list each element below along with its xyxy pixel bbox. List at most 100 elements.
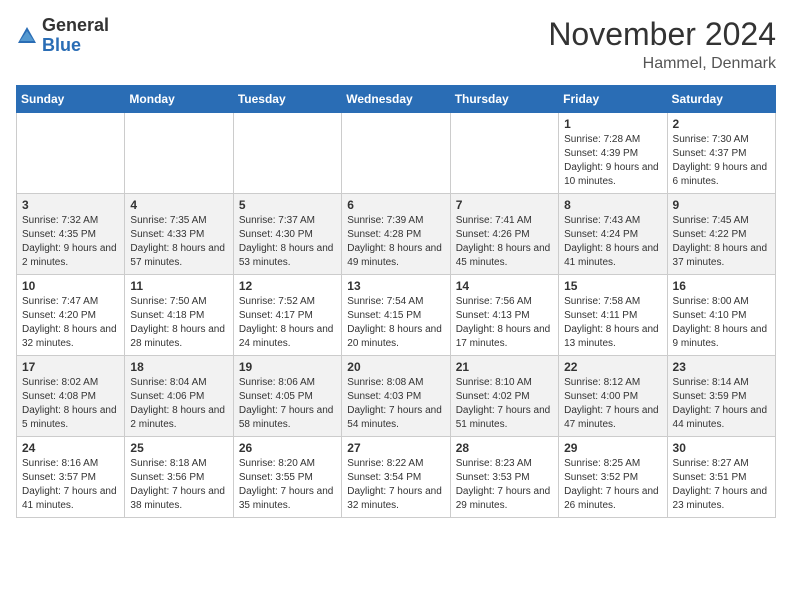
day-cell: 9 Sunrise: 7:45 AMSunset: 4:22 PMDaylight… (667, 194, 775, 275)
weekday-header-wednesday: Wednesday (342, 86, 450, 113)
day-info: Sunrise: 8:12 AMSunset: 4:00 PMDaylight:… (564, 376, 661, 432)
day-info: Sunrise: 7:54 AMSunset: 4:15 PMDaylight:… (347, 295, 444, 351)
day-number: 12 (239, 279, 336, 293)
day-number: 25 (130, 441, 227, 455)
weekday-header-saturday: Saturday (667, 86, 775, 113)
weekday-header-monday: Monday (125, 86, 233, 113)
week-row-4: 17Sunrise: 8:02 AMSunset: 4:08 PMDayligh… (17, 356, 776, 437)
day-number: 16 (673, 279, 770, 293)
day-info: Sunrise: 7:37 AMSunset: 4:30 PMDaylight:… (239, 214, 336, 270)
day-cell: 15 Sunrise: 7:58 AMSunset: 4:11 PMDayligh… (559, 275, 667, 356)
day-cell: 14 Sunrise: 7:56 AMSunset: 4:13 PMDayligh… (450, 275, 558, 356)
day-number: 9 (673, 198, 770, 212)
day-info: Sunrise: 8:00 AMSunset: 4:10 PMDaylight:… (673, 295, 770, 351)
day-cell: 6 Sunrise: 7:39 AMSunset: 4:28 PMDaylight… (342, 194, 450, 275)
day-number: 24 (22, 441, 119, 455)
day-info: Sunrise: 7:45 AMSunset: 4:22 PMDaylight:… (673, 214, 770, 270)
day-cell: 25 Sunrise: 8:18 AMSunset: 3:56 PMDayligh… (125, 437, 233, 518)
header: General Blue November 2024 Hammel, Denma… (16, 16, 776, 73)
day-info: Sunrise: 8:06 AMSunset: 4:05 PMDaylight:… (239, 376, 336, 432)
day-info: Sunrise: 7:32 AMSunset: 4:35 PMDaylight:… (22, 214, 119, 270)
logo-text: General Blue (42, 16, 109, 56)
day-cell: 24 Sunrise: 8:16 AMSunset: 3:57 PMDayligh… (17, 437, 125, 518)
day-cell: 18 Sunrise: 8:04 AMSunset: 4:06 PMDayligh… (125, 356, 233, 437)
day-info: Sunrise: 8:04 AMSunset: 4:06 PMDaylight:… (130, 376, 227, 432)
day-cell: 17Sunrise: 8:02 AMSunset: 4:08 PMDayligh… (17, 356, 125, 437)
day-info: Sunrise: 8:27 AMSunset: 3:51 PMDaylight:… (673, 457, 770, 513)
day-number: 8 (564, 198, 661, 212)
day-info: Sunrise: 7:47 AMSunset: 4:20 PMDaylight:… (22, 295, 119, 351)
title-area: November 2024 Hammel, Denmark (548, 16, 776, 73)
day-info: Sunrise: 8:08 AMSunset: 4:03 PMDaylight:… (347, 376, 444, 432)
day-number: 30 (673, 441, 770, 455)
logo-general: General (42, 15, 109, 35)
day-info: Sunrise: 7:39 AMSunset: 4:28 PMDaylight:… (347, 214, 444, 270)
day-cell (342, 113, 450, 194)
day-cell: 22 Sunrise: 8:12 AMSunset: 4:00 PMDayligh… (559, 356, 667, 437)
day-cell: 1 Sunrise: 7:28 AMSunset: 4:39 PMDaylight… (559, 113, 667, 194)
day-number: 13 (347, 279, 444, 293)
day-info: Sunrise: 7:28 AMSunset: 4:39 PMDaylight:… (564, 133, 661, 189)
day-number: 3 (22, 198, 119, 212)
day-cell: 20Sunrise: 8:08 AMSunset: 4:03 PMDayligh… (342, 356, 450, 437)
day-info: Sunrise: 7:58 AMSunset: 4:11 PMDaylight:… (564, 295, 661, 351)
day-cell: 4Sunrise: 7:35 AMSunset: 4:33 PMDaylight… (125, 194, 233, 275)
weekday-header-tuesday: Tuesday (233, 86, 341, 113)
day-number: 18 (130, 360, 227, 374)
day-info: Sunrise: 8:16 AMSunset: 3:57 PMDaylight:… (22, 457, 119, 513)
day-info: Sunrise: 8:14 AMSunset: 3:59 PMDaylight:… (673, 376, 770, 432)
day-number: 5 (239, 198, 336, 212)
day-cell: 3 Sunrise: 7:32 AMSunset: 4:35 PMDaylight… (17, 194, 125, 275)
day-number: 22 (564, 360, 661, 374)
day-number: 2 (673, 117, 770, 131)
day-number: 4 (130, 198, 227, 212)
day-info: Sunrise: 7:50 AMSunset: 4:18 PMDaylight:… (130, 295, 227, 351)
day-info: Sunrise: 7:52 AMSunset: 4:17 PMDaylight:… (239, 295, 336, 351)
day-info: Sunrise: 7:30 AMSunset: 4:37 PMDaylight:… (673, 133, 770, 189)
day-number: 14 (456, 279, 553, 293)
logo: General Blue (16, 16, 109, 56)
day-info: Sunrise: 7:56 AMSunset: 4:13 PMDaylight:… (456, 295, 553, 351)
logo-blue: Blue (42, 35, 81, 55)
day-cell: 27Sunrise: 8:22 AMSunset: 3:54 PMDayligh… (342, 437, 450, 518)
day-cell: 7Sunrise: 7:41 AMSunset: 4:26 PMDaylight… (450, 194, 558, 275)
weekday-header-thursday: Thursday (450, 86, 558, 113)
day-info: Sunrise: 7:43 AMSunset: 4:24 PMDaylight:… (564, 214, 661, 270)
day-number: 6 (347, 198, 444, 212)
day-cell: 21Sunrise: 8:10 AMSunset: 4:02 PMDayligh… (450, 356, 558, 437)
weekday-header-sunday: Sunday (17, 86, 125, 113)
day-info: Sunrise: 7:41 AMSunset: 4:26 PMDaylight:… (456, 214, 553, 270)
day-number: 1 (564, 117, 661, 131)
day-info: Sunrise: 8:18 AMSunset: 3:56 PMDaylight:… (130, 457, 227, 513)
day-info: Sunrise: 8:23 AMSunset: 3:53 PMDaylight:… (456, 457, 553, 513)
day-cell: 28 Sunrise: 8:23 AMSunset: 3:53 PMDayligh… (450, 437, 558, 518)
day-cell: 16 Sunrise: 8:00 AMSunset: 4:10 PMDayligh… (667, 275, 775, 356)
day-number: 10 (22, 279, 119, 293)
weekday-header-friday: Friday (559, 86, 667, 113)
day-info: Sunrise: 8:22 AMSunset: 3:54 PMDaylight:… (347, 457, 444, 513)
logo-icon (16, 25, 38, 47)
day-cell: 12 Sunrise: 7:52 AMSunset: 4:17 PMDayligh… (233, 275, 341, 356)
calendar-table: SundayMondayTuesdayWednesdayThursdayFrid… (16, 85, 776, 518)
day-number: 23 (673, 360, 770, 374)
day-number: 29 (564, 441, 661, 455)
day-cell: 30 Sunrise: 8:27 AMSunset: 3:51 PMDayligh… (667, 437, 775, 518)
day-number: 19 (239, 360, 336, 374)
weekday-header-row: SundayMondayTuesdayWednesdayThursdayFrid… (17, 86, 776, 113)
day-cell: 5 Sunrise: 7:37 AMSunset: 4:30 PMDaylight… (233, 194, 341, 275)
day-cell: 8 Sunrise: 7:43 AMSunset: 4:24 PMDaylight… (559, 194, 667, 275)
week-row-1: 1 Sunrise: 7:28 AMSunset: 4:39 PMDaylight… (17, 113, 776, 194)
day-info: Sunrise: 8:10 AMSunset: 4:02 PMDaylight:… (456, 376, 553, 432)
month-title: November 2024 (548, 16, 776, 53)
day-cell (233, 113, 341, 194)
day-cell: 19 Sunrise: 8:06 AMSunset: 4:05 PMDayligh… (233, 356, 341, 437)
week-row-5: 24 Sunrise: 8:16 AMSunset: 3:57 PMDayligh… (17, 437, 776, 518)
day-number: 28 (456, 441, 553, 455)
day-cell: 10 Sunrise: 7:47 AMSunset: 4:20 PMDayligh… (17, 275, 125, 356)
day-cell: 23 Sunrise: 8:14 AMSunset: 3:59 PMDayligh… (667, 356, 775, 437)
day-cell (125, 113, 233, 194)
day-info: Sunrise: 8:20 AMSunset: 3:55 PMDaylight:… (239, 457, 336, 513)
day-info: Sunrise: 8:25 AMSunset: 3:52 PMDaylight:… (564, 457, 661, 513)
day-cell: 29 Sunrise: 8:25 AMSunset: 3:52 PMDayligh… (559, 437, 667, 518)
day-number: 15 (564, 279, 661, 293)
